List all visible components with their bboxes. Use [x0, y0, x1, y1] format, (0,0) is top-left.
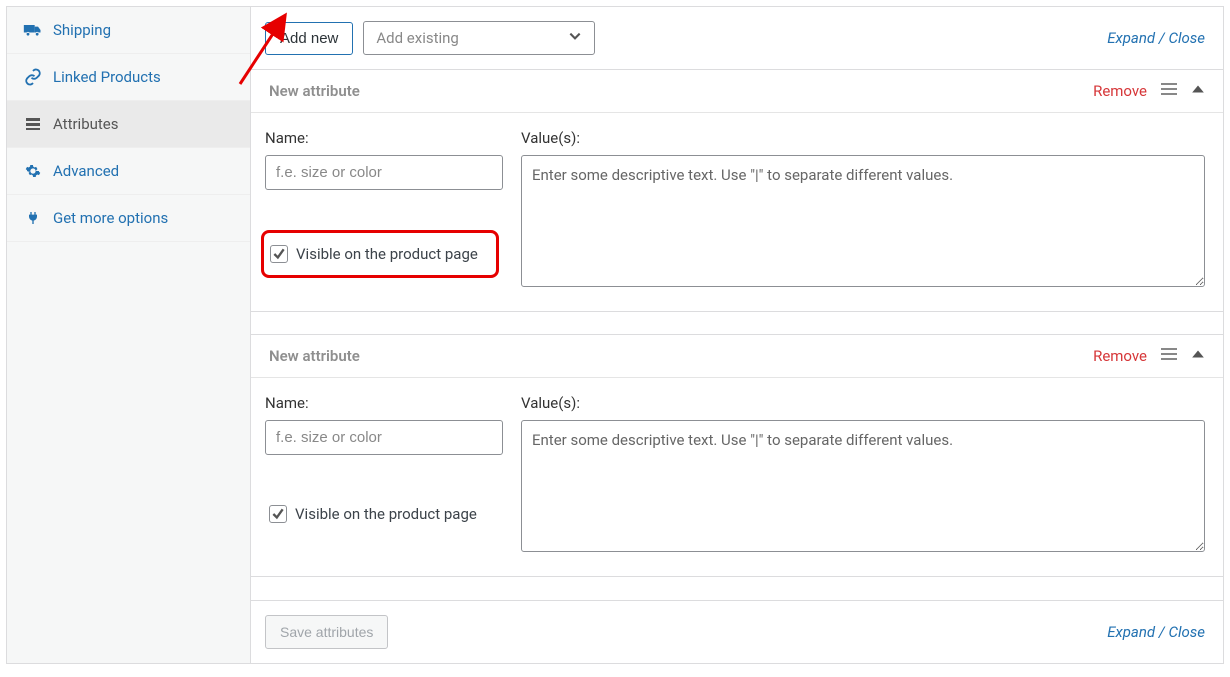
- drag-handle-icon[interactable]: [1161, 82, 1177, 100]
- attribute-header[interactable]: New attribute Remove: [251, 335, 1223, 378]
- separator: /: [1155, 623, 1168, 641]
- attribute-name-input[interactable]: [265, 155, 503, 190]
- visible-checkbox[interactable]: [269, 505, 287, 523]
- attribute-section: New attribute Remove Name:: [251, 69, 1223, 312]
- name-label: Name:: [265, 394, 521, 412]
- expand-close-links: Expand / Close: [1107, 623, 1205, 641]
- visible-label: Visible on the product page: [295, 505, 477, 523]
- expand-close-links: Expand / Close: [1107, 29, 1205, 47]
- list-icon: [23, 116, 43, 132]
- truck-icon: [23, 22, 43, 38]
- close-link[interactable]: Close: [1168, 623, 1205, 641]
- add-new-button[interactable]: Add new: [265, 22, 353, 55]
- sidebar-item-label: Advanced: [53, 162, 119, 180]
- sidebar-item-shipping[interactable]: Shipping: [7, 7, 250, 54]
- expand-link[interactable]: Expand: [1107, 29, 1155, 47]
- attribute-title: New attribute: [269, 347, 360, 365]
- chevron-down-icon: [568, 29, 582, 47]
- values-label: Value(s):: [521, 129, 1205, 147]
- collapse-icon[interactable]: [1191, 347, 1205, 365]
- remove-attribute-link[interactable]: Remove: [1093, 82, 1147, 100]
- attributes-toolbar: Add new Add existing Expand / Close: [251, 7, 1223, 69]
- sidebar-item-get-more-options[interactable]: Get more options: [7, 195, 250, 242]
- sidebar-item-linked-products[interactable]: Linked Products: [7, 54, 250, 101]
- link-icon: [23, 69, 43, 85]
- attribute-name-input[interactable]: [265, 420, 503, 455]
- gear-icon: [23, 163, 43, 179]
- sidebar-item-label: Attributes: [53, 115, 119, 133]
- visible-on-product-page-row: Visible on the product page: [265, 501, 485, 527]
- name-label: Name:: [265, 129, 521, 147]
- product-data-sidebar: Shipping Linked Products Attributes Adva…: [7, 7, 251, 663]
- drag-handle-icon[interactable]: [1161, 347, 1177, 365]
- close-link[interactable]: Close: [1168, 29, 1205, 47]
- visible-checkbox[interactable]: [270, 245, 288, 263]
- sidebar-item-label: Get more options: [53, 209, 168, 227]
- sidebar-item-advanced[interactable]: Advanced: [7, 148, 250, 195]
- separator: /: [1155, 29, 1168, 47]
- sidebar-item-attributes[interactable]: Attributes: [7, 101, 250, 148]
- remove-attribute-link[interactable]: Remove: [1093, 347, 1147, 365]
- attribute-values-textarea[interactable]: [521, 420, 1205, 552]
- add-existing-select[interactable]: Add existing: [363, 21, 595, 55]
- attribute-title: New attribute: [269, 82, 360, 100]
- attribute-section: New attribute Remove Name:: [251, 334, 1223, 577]
- attribute-header[interactable]: New attribute Remove: [251, 70, 1223, 113]
- sidebar-item-label: Shipping: [53, 21, 111, 39]
- attributes-panel: Add new Add existing Expand / Close New …: [251, 7, 1223, 663]
- expand-link[interactable]: Expand: [1107, 623, 1155, 641]
- visible-label: Visible on the product page: [296, 245, 478, 263]
- add-existing-placeholder: Add existing: [376, 29, 458, 47]
- plug-icon: [23, 210, 43, 226]
- attribute-values-textarea[interactable]: [521, 155, 1205, 287]
- visible-on-product-page-row: Visible on the product page: [261, 230, 499, 278]
- sidebar-item-label: Linked Products: [53, 68, 161, 86]
- collapse-icon[interactable]: [1191, 82, 1205, 100]
- save-attributes-button[interactable]: Save attributes: [265, 615, 388, 649]
- attributes-footer: Save attributes Expand / Close: [251, 600, 1223, 663]
- values-label: Value(s):: [521, 394, 1205, 412]
